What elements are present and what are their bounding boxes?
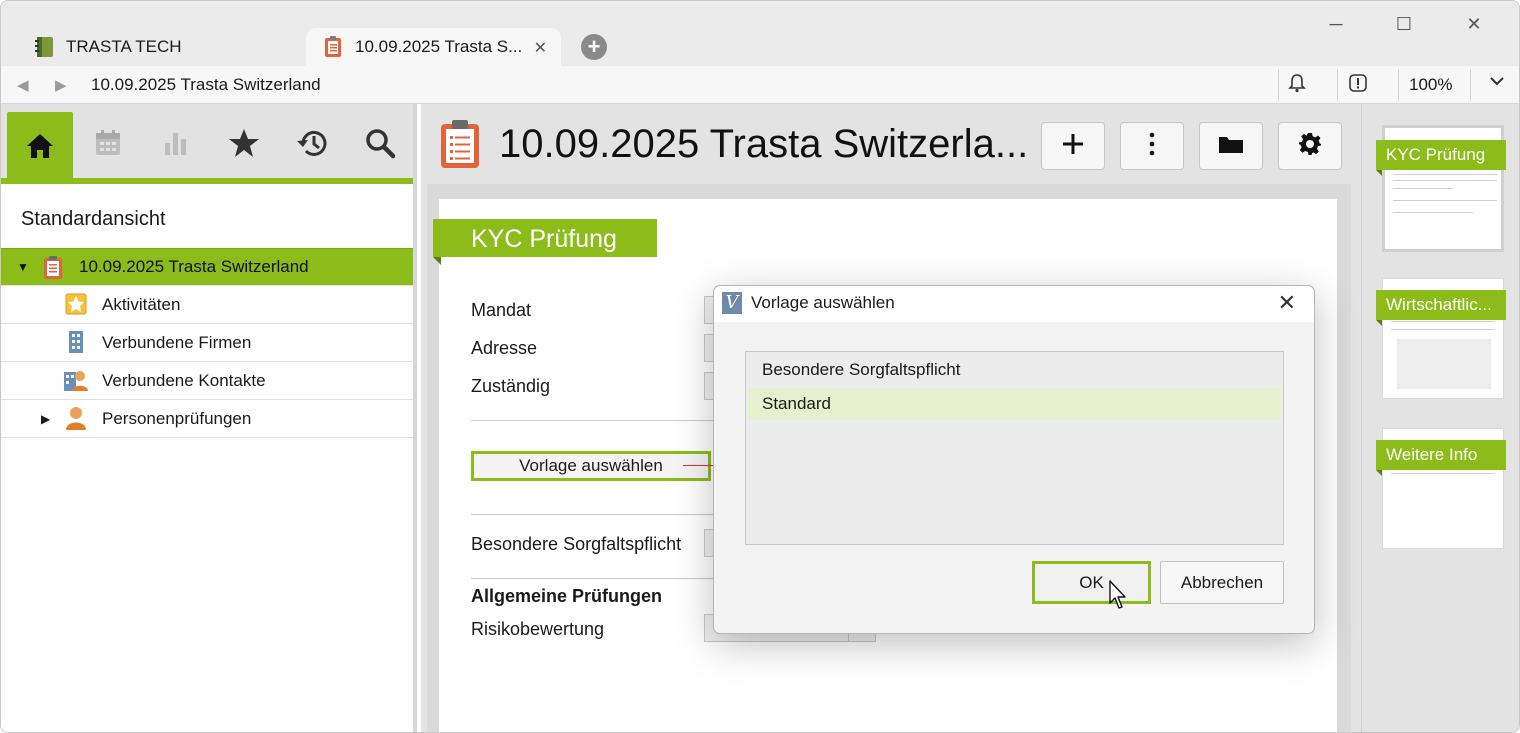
tab-trasta-switzerland[interactable]: 10.09.2025 Trasta S... ✕ [306,28,561,66]
thumbnail-label: Wirtschaftlic... [1376,290,1506,320]
search-icon [364,127,396,164]
tree-view: ▼ 10.09.2025 Trasta Switzerland Aktivitä… [1,248,413,438]
nav-favorites-button[interactable] [211,112,277,178]
allgemeine-pruefungen-heading: Allgemeine Prüfungen [471,586,663,606]
folder-icon [1218,134,1244,159]
list-item[interactable]: Besondere Sorgfaltspflicht [748,354,1281,386]
app-logo-icon: V [722,292,742,314]
alert-icon[interactable] [1345,73,1371,97]
mouse-cursor-icon [1109,580,1129,615]
bell-icon[interactable] [1284,73,1310,97]
tree-item-label: Personenprüfungen [102,408,252,428]
divider [471,514,731,515]
thumbnail-label: Weitere Info [1376,440,1506,470]
history-icon [295,127,329,164]
calendar-icon [93,128,123,163]
tree-item-verbundene-kontakte[interactable]: Verbundene Kontakte [1,362,413,400]
list-item-selected[interactable]: Standard [748,388,1281,420]
tree-item-aktivitaeten[interactable]: Aktivitäten [1,286,413,324]
nav-history-button[interactable] [279,112,345,178]
nav-home-button[interactable] [7,112,73,184]
clipboard-icon [43,256,65,280]
ok-button[interactable]: OK [1032,561,1151,604]
address-bar: ◀ ▶ 10.09.2025 Trasta Switzerland 100% [1,66,1519,104]
forward-arrow-icon[interactable]: ▶ [55,76,67,94]
activity-star-icon [65,293,87,317]
chart-icon [161,129,191,162]
more-options-button[interactable] [1120,122,1184,170]
settings-button[interactable] [1278,122,1342,170]
back-arrow-icon[interactable]: ◀ [17,76,29,94]
address-title: 10.09.2025 Trasta Switzerland [91,75,321,94]
contacts-icon [63,368,88,392]
collapsed-arrow-icon[interactable]: ▶ [41,412,50,426]
page-title: 10.09.2025 Trasta Switzerla... [499,122,1029,166]
clipboard-icon [439,119,481,174]
left-panel: Standardansicht ▼ 10.09.2025 Trasta Swit… [1,104,417,732]
zustaendig-label: Zuständig [471,376,551,396]
folder-button[interactable] [1199,122,1263,170]
home-icon [25,132,55,165]
tab-trasta-tech[interactable]: TRASTA TECH [19,28,304,66]
dialog-title: Vorlage auswählen [751,293,895,312]
risiko-label: Risikobewertung [471,619,605,639]
vorlage-dialog: V Vorlage auswählen ✕ Besondere Sorgfalt… [713,285,1315,634]
expanded-arrow-icon[interactable]: ▼ [17,260,29,274]
vorlage-auswaehlen-button[interactable]: Vorlage auswählen [471,451,711,481]
section-header: KYC Prüfung [433,219,657,257]
tree-item-root[interactable]: ▼ 10.09.2025 Trasta Switzerland [1,248,413,286]
close-window-button[interactable]: ✕ [1459,9,1489,39]
tree-item-label: 10.09.2025 Trasta Switzerland [79,257,309,276]
template-list[interactable]: Besondere Sorgfaltspflicht Standard [745,351,1284,545]
clipboard-icon [324,36,344,58]
nav-calendar-button[interactable] [75,112,141,178]
nav-search-button[interactable] [347,112,413,178]
person-icon [65,406,87,430]
thumbnail-label: KYC Prüfung [1376,140,1506,170]
close-icon[interactable]: ✕ [1278,290,1296,316]
tree-item-label: Aktivitäten [102,294,181,314]
notebook-icon [35,36,55,58]
nav-bar [1,104,413,184]
tree-item-label: Verbundene Firmen [102,332,252,352]
title-bar: TRASTA TECH 10.09.2025 Trasta S... ✕ + ─… [1,1,1519,66]
tab-label: TRASTA TECH [66,37,182,56]
dialog-header: V Vorlage auswählen ✕ [714,286,1314,322]
cancel-button[interactable]: Abbrechen [1160,561,1284,604]
minimize-button[interactable]: ─ [1321,9,1351,39]
tree-item-personenpruefungen[interactable]: ▶ Personenprüfungen [1,400,413,438]
star-icon [228,128,260,163]
right-panel: KYC Prüfung Wirtschaftlic... Weitere Inf… [1361,104,1519,732]
gear-icon [1298,132,1322,161]
mandat-label: Mandat [471,300,532,320]
nav-statistics-button[interactable] [143,112,209,178]
view-title: Standardansicht [21,208,166,230]
tab-close-icon[interactable]: ✕ [534,38,547,58]
add-button[interactable] [1041,122,1105,170]
tree-item-label: Verbundene Kontakte [102,370,266,390]
adresse-label: Adresse [471,338,538,358]
maximize-button[interactable]: ☐ [1389,9,1419,39]
plus-icon [1061,132,1085,161]
chevron-down-icon[interactable] [1484,73,1510,97]
section-fold [433,257,441,265]
new-tab-button[interactable]: + [581,34,607,60]
app-window: TRASTA TECH 10.09.2025 Trasta S... ✕ + ─… [0,0,1520,733]
tree-item-verbundene-firmen[interactable]: Verbundene Firmen [1,324,413,362]
zoom-level[interactable]: 100% [1409,75,1452,95]
building-icon [67,330,89,354]
divider [471,420,731,421]
sorgfalt-label: Besondere Sorgfaltspflicht [471,534,682,554]
more-icon [1148,132,1156,161]
tab-label: 10.09.2025 Trasta S... [355,37,523,56]
divider [471,578,731,579]
